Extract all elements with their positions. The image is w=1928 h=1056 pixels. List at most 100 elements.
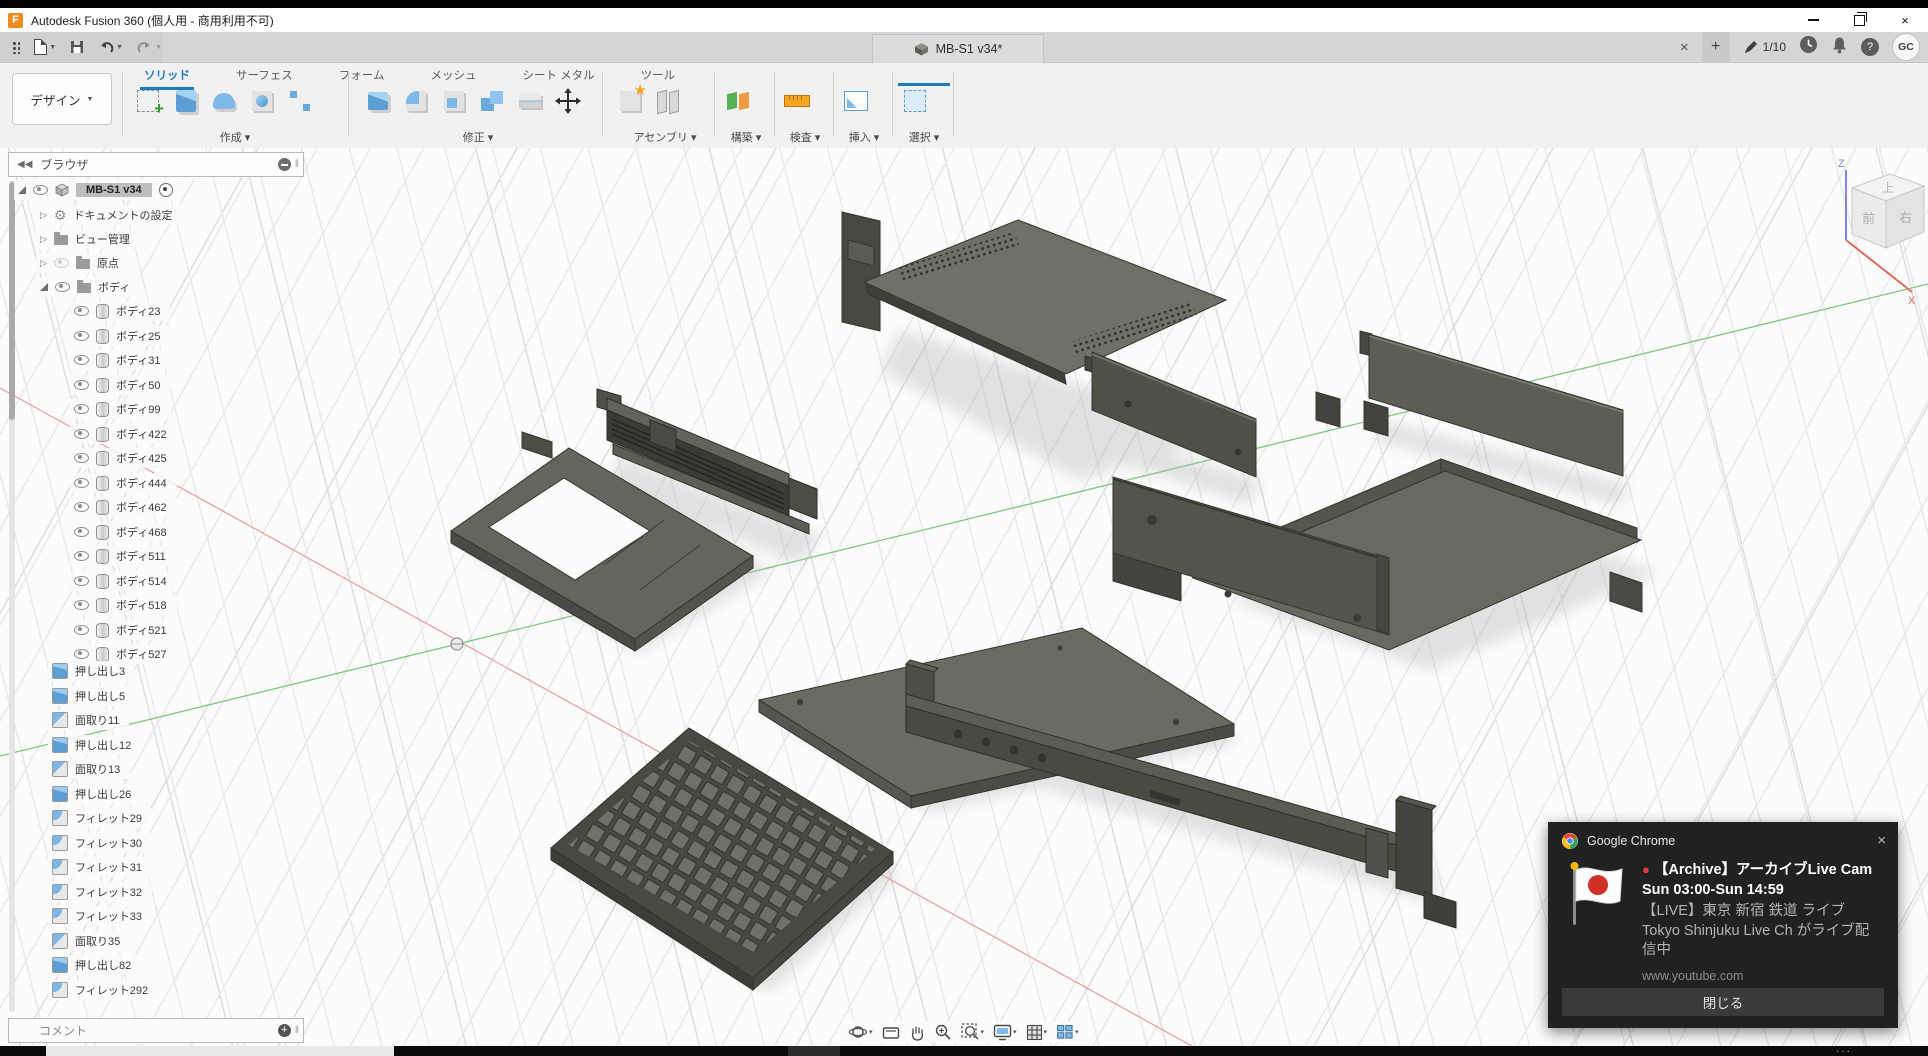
expand-triangle-icon[interactable]: [18, 186, 26, 194]
tree-body-row[interactable]: ボディ23: [70, 301, 170, 321]
tree-body-row[interactable]: ボディ462: [70, 497, 177, 517]
visibility-eye-icon[interactable]: [74, 404, 89, 414]
viewports-button[interactable]: ▾: [1056, 1024, 1079, 1040]
viewcube-z-axis-label: Z: [1838, 158, 1845, 170]
visibility-eye-icon[interactable]: [74, 380, 89, 390]
activate-component-radio[interactable]: [159, 183, 173, 197]
folder-icon: [77, 283, 91, 293]
comment-resize-handle[interactable]: ‖: [295, 1025, 299, 1036]
tree-body-row[interactable]: ボディ99: [70, 399, 170, 419]
notification-title[interactable]: ●【Archive】アーカイブLive Cam Sun 03:00-Sun 14…: [1642, 861, 1876, 900]
body-icon: [96, 378, 109, 393]
grid-settings-button[interactable]: ▾: [1026, 1024, 1048, 1041]
browser-panel-header[interactable]: ◀◀ ブラウザ ‖: [8, 152, 304, 177]
tree-body-row[interactable]: ボディ514: [70, 571, 177, 591]
visibility-eye-icon[interactable]: [74, 429, 89, 439]
window-zoom-button[interactable]: ▾: [961, 1023, 985, 1041]
body-icon: [96, 451, 109, 466]
orbit-icon: [849, 1023, 868, 1041]
tree-body-row[interactable]: ボディ422: [70, 424, 177, 444]
add-comment-icon[interactable]: +: [278, 1024, 291, 1037]
tree-body-row[interactable]: ボディ31: [70, 350, 170, 370]
visibility-eye-icon[interactable]: [74, 625, 89, 635]
tree-feature-row[interactable]: フィレット33: [48, 906, 152, 926]
taskbar-strip: ...: [0, 1046, 1928, 1056]
tree-bodies-folder[interactable]: ボディ: [36, 277, 140, 297]
pan-button[interactable]: [909, 1024, 925, 1041]
visibility-eye-icon[interactable]: [74, 600, 89, 610]
collapse-browser-icon[interactable]: ◀◀: [17, 159, 32, 170]
tree-feature-row[interactable]: フィレット30: [48, 833, 152, 853]
tree-feature-row[interactable]: 面取り35: [48, 931, 130, 951]
browser-resize-handle[interactable]: ‖: [295, 159, 299, 170]
body-icon: [96, 353, 109, 368]
collapsed-triangle-icon[interactable]: ▷: [40, 234, 47, 245]
notification-close-button[interactable]: 閉じる: [1562, 988, 1884, 1016]
origin-marker[interactable]: [451, 638, 463, 650]
visibility-eye-icon[interactable]: [55, 282, 70, 292]
visibility-eye-icon[interactable]: [74, 306, 89, 316]
visibility-eye-icon[interactable]: [74, 355, 89, 365]
visibility-eye-icon[interactable]: [74, 649, 89, 659]
chamfer-feature-icon: [52, 761, 68, 777]
visibility-eye-icon[interactable]: [74, 576, 89, 586]
extrude-feature-icon: [52, 737, 68, 753]
display-settings-button[interactable]: ▾: [993, 1024, 1017, 1041]
viewcube-top-label[interactable]: 上: [1882, 181, 1894, 195]
body-keyboard[interactable]: [551, 728, 893, 990]
viewports-icon: [1056, 1024, 1074, 1040]
tree-feature-row[interactable]: フィレット292: [48, 980, 158, 1000]
tree-feature-row[interactable]: 面取り13: [48, 759, 130, 779]
tree-feature-row[interactable]: フィレット31: [48, 857, 152, 877]
browser-scrollbar-thumb[interactable]: [9, 182, 15, 420]
notification-close-icon[interactable]: ×: [1877, 832, 1886, 849]
visibility-eye-icon[interactable]: [33, 185, 48, 195]
body-icon: [96, 402, 109, 417]
orbit-button[interactable]: ▾: [849, 1023, 873, 1041]
tree-document-settings[interactable]: ▷ ⚙ ドキュメントの設定: [36, 205, 182, 225]
tree-root-row[interactable]: MB-S1 v34: [14, 180, 183, 200]
root-component-label[interactable]: MB-S1 v34: [76, 183, 152, 197]
collapsed-triangle-icon[interactable]: ▷: [40, 258, 47, 269]
browser-minimize-icon[interactable]: [278, 158, 291, 171]
visibility-eye-icon[interactable]: [74, 551, 89, 561]
visibility-eye-icon[interactable]: [74, 478, 89, 488]
tree-body-row[interactable]: ボディ518: [70, 595, 177, 615]
collapsed-triangle-icon[interactable]: ▷: [40, 210, 47, 221]
body-icon: [96, 623, 109, 638]
tree-feature-row[interactable]: 押し出し3: [48, 661, 135, 681]
tree-feature-row[interactable]: 押し出し5: [48, 686, 135, 706]
tree-feature-row[interactable]: 押し出し26: [48, 784, 141, 804]
visibility-eye-off-icon[interactable]: [54, 258, 69, 268]
zoom-button[interactable]: [934, 1023, 952, 1041]
tree-feature-row[interactable]: 押し出し12: [48, 735, 141, 755]
extrude-feature-icon: [52, 663, 68, 679]
tree-body-row[interactable]: ボディ25: [70, 326, 170, 346]
tree-feature-row[interactable]: フィレット29: [48, 808, 152, 828]
visibility-eye-icon[interactable]: [74, 331, 89, 341]
navigation-toolbar: ▾ ▾ ▾ ▾ ▾: [843, 1021, 1085, 1043]
comment-box[interactable]: コメント + ‖: [8, 1018, 304, 1043]
expand-triangle-icon[interactable]: [40, 283, 48, 291]
viewcube-front-label[interactable]: 前: [1862, 211, 1875, 226]
tree-origin[interactable]: ▷ 原点: [36, 253, 129, 273]
visibility-eye-icon[interactable]: [74, 453, 89, 463]
fillet-feature-icon: [52, 835, 68, 851]
visibility-eye-icon[interactable]: [74, 502, 89, 512]
tree-feature-row[interactable]: 面取り11: [48, 710, 129, 730]
look-at-button[interactable]: [882, 1024, 900, 1040]
tree-view-management[interactable]: ▷ ビュー管理: [36, 229, 140, 249]
view-cube[interactable]: 上 前 右 Z X: [1838, 158, 1924, 307]
tree-body-row[interactable]: ボディ50: [70, 375, 170, 395]
tree-body-row[interactable]: ボディ444: [70, 473, 177, 493]
tree-body-row[interactable]: ボディ511: [70, 546, 176, 566]
tree-feature-row[interactable]: 押し出し82: [48, 955, 141, 975]
tree-body-row[interactable]: ボディ425: [70, 448, 177, 468]
tree-feature-row[interactable]: フィレット32: [48, 882, 152, 902]
viewcube-right-label[interactable]: 右: [1899, 210, 1912, 225]
component-cube-icon: [55, 183, 69, 197]
visibility-eye-icon[interactable]: [74, 527, 89, 537]
tree-body-row[interactable]: ボディ468: [70, 522, 177, 542]
tree-body-row[interactable]: ボディ521: [70, 620, 177, 640]
chrome-notification[interactable]: Google Chrome × ●【Archive】アーカイブLive Cam …: [1548, 822, 1898, 1028]
